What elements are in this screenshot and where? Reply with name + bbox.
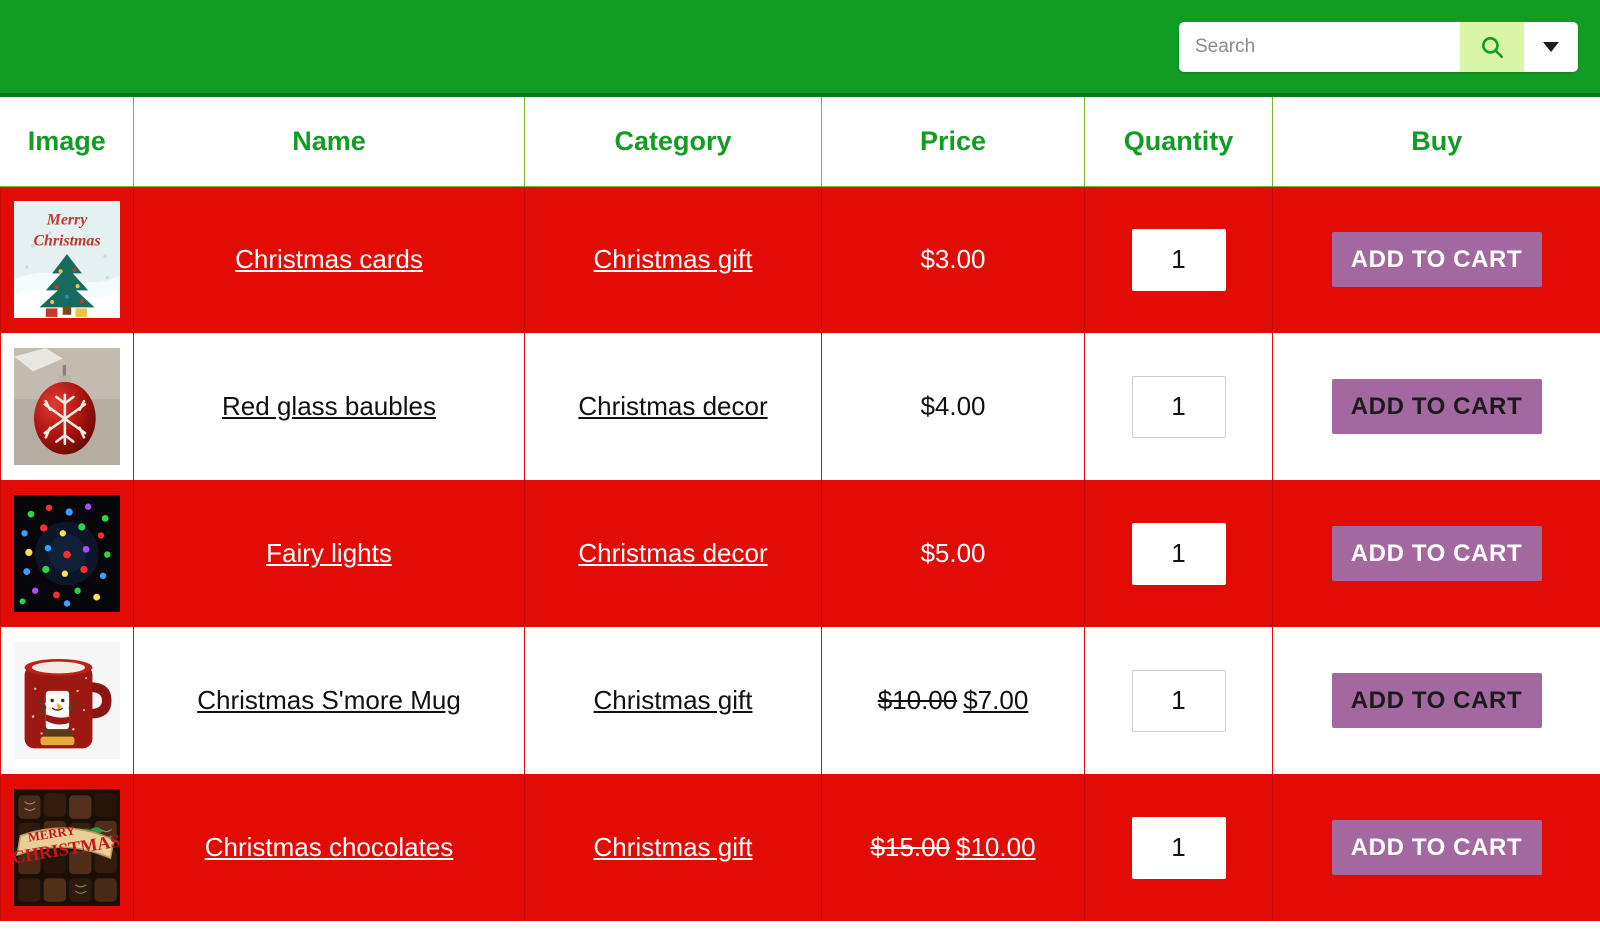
product-buy-cell: ADD TO CART (1272, 333, 1600, 480)
quantity-input[interactable] (1131, 228, 1226, 291)
price-value: $15.00 $10.00 (870, 832, 1035, 862)
product-category-cell: Christmas gift (524, 627, 822, 774)
product-quantity-cell (1084, 627, 1273, 774)
product-name-cell: Red glass baubles (133, 333, 525, 480)
table-header-row: Image Name Category Price Quantity Buy (0, 97, 1600, 187)
price-value: $10.00 $7.00 (878, 685, 1029, 715)
product-buy-cell: ADD TO CART (1272, 774, 1600, 921)
quantity-input[interactable] (1131, 375, 1226, 438)
table-row: MERRY CHRISTMAS Christmas chocolates Chri… (0, 774, 1600, 921)
table-row: Christmas S'more Mug Christmas gift $10.00… (0, 627, 1600, 774)
product-price-cell: $15.00 $10.00 (821, 774, 1085, 921)
price-discounted: $10.00 (956, 832, 1036, 862)
red-glass-baubles-thumbnail (14, 348, 120, 465)
add-to-cart-button[interactable]: ADD TO CART (1331, 232, 1542, 288)
fairy-lights-thumbnail (14, 495, 120, 612)
product-category-cell: Christmas decor (524, 333, 822, 480)
christmas-chocolates-thumbnail: MERRY CHRISTMAS (14, 789, 120, 906)
add-to-cart-button[interactable]: ADD TO CART (1331, 379, 1542, 434)
price-value: $4.00 (920, 391, 985, 421)
column-header-image: Image (0, 97, 134, 187)
product-quantity-cell (1084, 186, 1273, 333)
search-button[interactable] (1460, 21, 1524, 72)
quantity-input[interactable] (1131, 522, 1226, 585)
product-image-cell: MERRY CHRISTMAS (0, 774, 134, 921)
chevron-down-icon (1543, 41, 1559, 52)
add-to-cart-button[interactable]: ADD TO CART (1331, 526, 1542, 581)
product-buy-cell: ADD TO CART (1272, 480, 1600, 627)
svg-text:Merry: Merry (46, 212, 89, 229)
add-to-cart-button[interactable]: ADD TO CART (1331, 673, 1542, 728)
product-image-cell: Merry Christmas (0, 186, 134, 333)
quantity-input[interactable] (1131, 669, 1226, 732)
product-category-cell: Christmas gift (524, 186, 822, 333)
search-group (1179, 21, 1578, 72)
table-row: Merry Christmas Christmas cards Christmas… (0, 186, 1600, 333)
price-original: $15.00 (870, 832, 950, 862)
add-to-cart-button[interactable]: ADD TO CART (1331, 820, 1542, 875)
table-row: Red glass baubles Christmas decor $4.00 ADD… (0, 333, 1600, 480)
product-category-cell: Christmas decor (524, 480, 822, 627)
product-quantity-cell (1084, 774, 1273, 921)
table-body: Merry Christmas Christmas cards Christmas… (0, 186, 1600, 921)
price-original: $10.00 (877, 685, 958, 715)
product-table: Image Name Category Price Quantity Buy M… (0, 97, 1600, 921)
product-category-link[interactable]: Christmas gift (594, 244, 753, 274)
product-category-cell: Christmas gift (524, 774, 822, 921)
quantity-input[interactable] (1131, 816, 1226, 879)
product-name-link[interactable]: Fairy lights (266, 538, 392, 568)
product-price-cell: $5.00 (821, 480, 1085, 627)
column-header-price: Price (821, 97, 1085, 187)
product-category-link[interactable]: Christmas decor (578, 391, 767, 421)
product-name-link[interactable]: Christmas S'more Mug (197, 685, 461, 715)
product-price-cell: $3.00 (821, 186, 1085, 333)
product-price-cell: $10.00 $7.00 (821, 627, 1085, 774)
price-discounted: $7.00 (963, 685, 1029, 715)
christmas-cards-thumbnail: Merry Christmas (14, 201, 120, 319)
search-icon (1479, 34, 1505, 60)
product-buy-cell: ADD TO CART (1272, 627, 1600, 774)
column-header-category: Category (524, 97, 822, 187)
column-header-name: Name (133, 97, 525, 187)
product-name-cell: Fairy lights (133, 480, 525, 627)
price-regular: $5.00 (920, 538, 986, 568)
top-navigation-bar (0, 0, 1600, 97)
product-name-link[interactable]: Christmas cards (235, 244, 423, 274)
product-category-link[interactable]: Christmas gift (594, 832, 753, 862)
product-category-link[interactable]: Christmas decor (578, 538, 767, 568)
table-row: Fairy lights Christmas decor $5.00 ADD TO C… (0, 480, 1600, 627)
table-header: Image Name Category Price Quantity Buy (0, 97, 1600, 187)
product-buy-cell: ADD TO CART (1272, 186, 1600, 333)
product-category-link[interactable]: Christmas gift (594, 685, 753, 715)
column-header-quantity: Quantity (1084, 97, 1273, 187)
price-value: $5.00 (920, 538, 985, 568)
product-quantity-cell (1084, 480, 1273, 627)
product-name-cell: Christmas S'more Mug (133, 627, 525, 774)
price-value: $3.00 (920, 244, 985, 274)
search-input[interactable] (1179, 21, 1460, 72)
price-regular: $3.00 (920, 244, 986, 275)
product-image-cell (0, 480, 134, 627)
product-name-cell: Christmas cards (133, 186, 525, 333)
product-image-cell (0, 627, 134, 774)
product-name-link[interactable]: Christmas chocolates (205, 832, 454, 862)
product-name-link[interactable]: Red glass baubles (222, 391, 436, 421)
column-header-buy: Buy (1272, 97, 1600, 187)
svg-text:Christmas: Christmas (33, 233, 100, 250)
product-name-cell: Christmas chocolates (133, 774, 525, 921)
christmas-smore-mug-thumbnail (14, 642, 120, 759)
search-dropdown-button[interactable] (1524, 21, 1578, 72)
product-quantity-cell (1084, 333, 1273, 480)
price-regular: $4.00 (920, 391, 986, 421)
product-image-cell (0, 333, 134, 480)
product-price-cell: $4.00 (821, 333, 1085, 480)
